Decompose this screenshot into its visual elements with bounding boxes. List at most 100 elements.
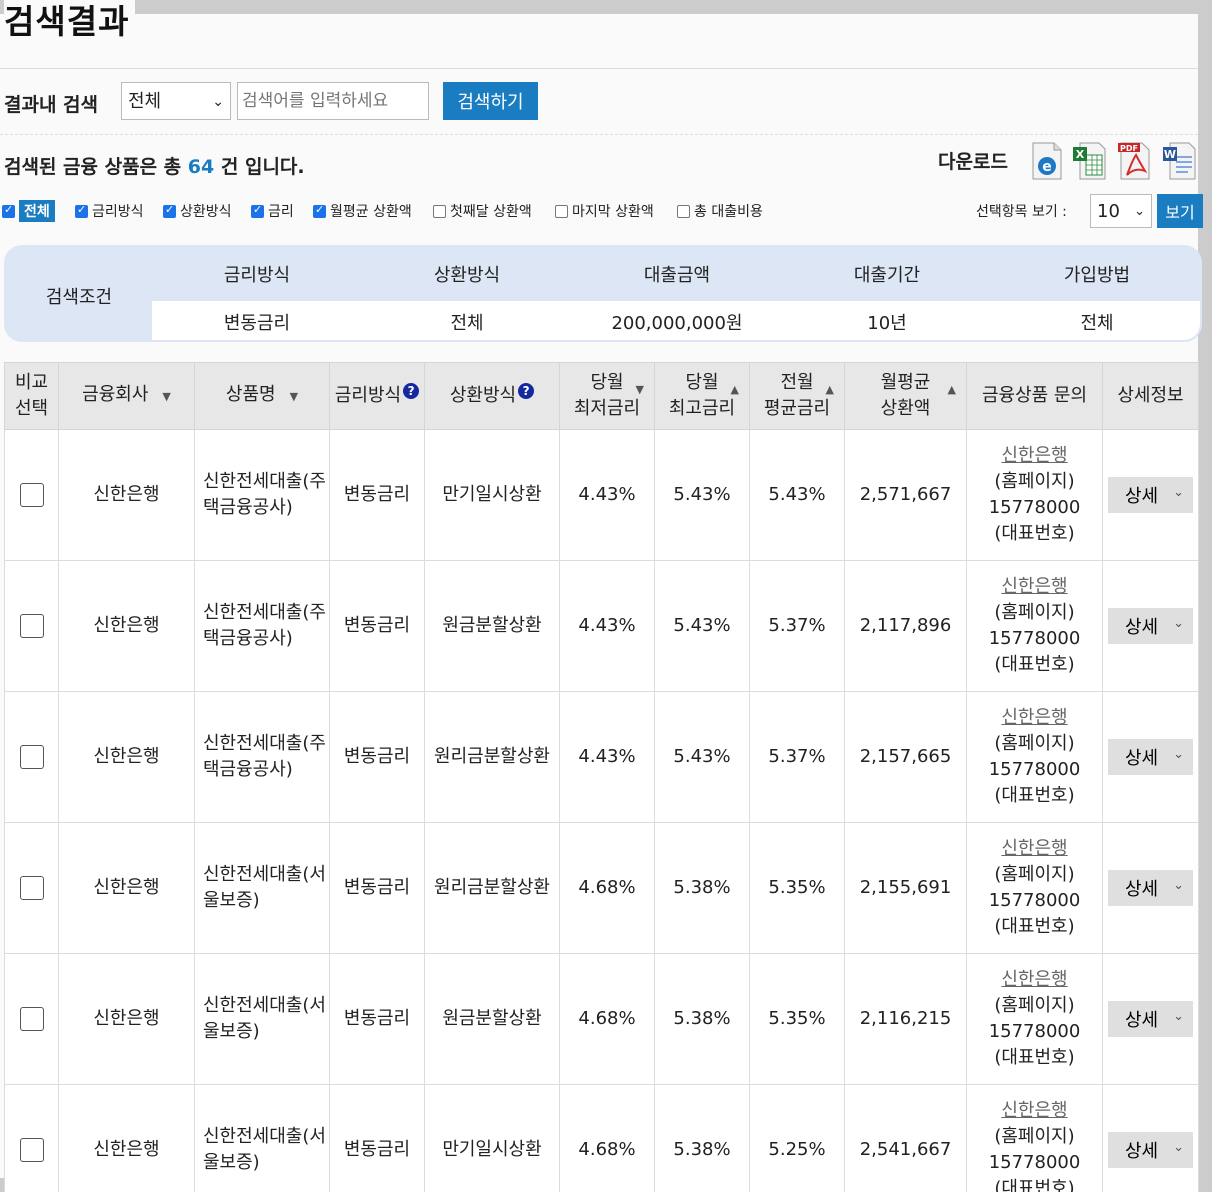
compare-checkbox[interactable] xyxy=(19,876,44,900)
inquiry-rep: (대표번호) xyxy=(994,916,1075,937)
ie-icon[interactable]: e xyxy=(1030,141,1064,181)
th-product-label: 상품명 xyxy=(225,384,276,405)
search-scope-select[interactable]: 전체 ⌄ xyxy=(121,82,231,120)
bank-link[interactable]: 신한은행 xyxy=(1001,969,1067,990)
min-rate-cell: 4.68% xyxy=(559,1084,655,1192)
search-input[interactable] xyxy=(237,82,429,120)
product-cell[interactable]: 신한전세대출(서 울보증) xyxy=(194,1084,330,1192)
inquiry-rep: (대표번호) xyxy=(994,1178,1075,1192)
th-min-rate[interactable]: 당월 최저금리 ▼ xyxy=(559,362,655,430)
table-row: 신한은행 신한전세대출(주 택금융공사) 변동금리 만기일시상환 4.43% 5.… xyxy=(4,429,1199,561)
compare-checkbox[interactable] xyxy=(19,483,44,507)
th-max-rate[interactable]: 당월 최고금리 ▲ xyxy=(654,362,750,430)
summary-suffix: 건 입니다. xyxy=(220,156,305,178)
checkbox[interactable] xyxy=(677,204,690,218)
avg-rate-cell: 5.37% xyxy=(749,691,845,823)
inquiry-cell: 신한은행 (홈페이지) 15778000 (대표번호) xyxy=(966,1084,1103,1192)
bank-link[interactable]: 신한은행 xyxy=(1001,445,1067,466)
sort-down-icon[interactable]: ▼ xyxy=(162,384,170,410)
detail-button[interactable]: 상세 ⌄ xyxy=(1108,477,1193,513)
sort-down-icon[interactable]: ▼ xyxy=(636,377,644,403)
product-cell[interactable]: 신한전세대출(주 택금융공사) xyxy=(194,691,330,823)
inquiry-rep: (대표번호) xyxy=(994,654,1075,675)
detail-button[interactable]: 상세 ⌄ xyxy=(1108,870,1193,906)
detail-button[interactable]: 상세 ⌄ xyxy=(1108,1132,1193,1168)
max-rate-cell: 5.38% xyxy=(654,822,750,954)
compare-checkbox[interactable] xyxy=(19,1007,44,1031)
conditions-title: 검색조건 xyxy=(45,287,113,308)
detail-button[interactable]: 상세 ⌄ xyxy=(1108,739,1193,775)
filter-rate-type[interactable]: 금리방식 xyxy=(75,200,144,222)
product-cell[interactable]: 신한전세대출(서 울보증) xyxy=(194,822,330,954)
th-company[interactable]: 금융회사 ▼ xyxy=(58,362,195,430)
detail-button[interactable]: 상세 ⌄ xyxy=(1108,608,1193,644)
th-product[interactable]: 상품명 ▼ xyxy=(194,362,330,430)
sort-down-icon[interactable]: ▼ xyxy=(290,384,298,410)
th-compare-line1: 비교 xyxy=(14,372,49,393)
result-summary: 검색된 금융 상품은 총 64 건 입니다. xyxy=(4,152,305,179)
checkbox[interactable] xyxy=(75,203,88,218)
th-monthly[interactable]: 월평균 상환액 ▲ xyxy=(844,362,967,430)
inquiry-cell: 신한은행 (홈페이지) 15778000 (대표번호) xyxy=(966,691,1103,823)
company-cell: 신한은행 xyxy=(58,560,195,692)
product-cell[interactable]: 신한전세대출(주 택금융공사) xyxy=(194,429,330,561)
company-cell: 신한은행 xyxy=(58,822,195,954)
filter-total-cost[interactable]: 총 대출비용 xyxy=(677,200,763,222)
view-button[interactable]: 보기 xyxy=(1157,194,1203,228)
min-rate-cell: 4.68% xyxy=(559,953,655,1085)
compare-checkbox[interactable] xyxy=(19,614,44,638)
compare-checkbox[interactable] xyxy=(19,1138,44,1162)
view-count-select[interactable]: 10 ⌄ xyxy=(1090,194,1152,228)
th-avg-rate[interactable]: 전월 평균금리 ▲ xyxy=(749,362,845,430)
checkbox[interactable] xyxy=(555,204,568,218)
checkbox[interactable] xyxy=(163,203,176,218)
min-rate-cell: 4.43% xyxy=(559,560,655,692)
search-within-label: 결과내 검색 xyxy=(4,94,99,116)
th-monthly-line2: 상환액 xyxy=(880,398,931,419)
help-icon[interactable]: ? xyxy=(518,383,535,399)
filter-repay-type[interactable]: 상환방식 xyxy=(163,200,232,222)
bank-link[interactable]: 신한은행 xyxy=(1001,1100,1067,1121)
product-cell[interactable]: 신한전세대출(주 택금융공사) xyxy=(194,560,330,692)
search-conditions: 검색조건 금리방식 상환방식 대출금액 대출기간 가입방법 변동금리 전체 20… xyxy=(4,245,1202,342)
bank-link[interactable]: 신한은행 xyxy=(1001,838,1067,859)
filter-rate[interactable]: 금리 xyxy=(251,200,294,222)
chevron-down-icon: ⌄ xyxy=(212,94,224,110)
page: 결과내 검색 전체 ⌄ 검색하기 검색된 금융 상품은 총 64 건 입니다. … xyxy=(0,0,1212,1192)
checkbox[interactable] xyxy=(2,203,15,218)
product-cell[interactable]: 신한전세대출(서 울보증) xyxy=(194,953,330,1085)
checkbox[interactable] xyxy=(313,203,326,218)
compare-checkbox[interactable] xyxy=(19,745,44,769)
detail-button[interactable]: 상세 ⌄ xyxy=(1108,1001,1193,1037)
th-avg-rate-line1: 전월 xyxy=(780,372,814,393)
compare-cell xyxy=(4,1084,59,1192)
product-name-line1: 신한전세대출(주 xyxy=(203,471,326,492)
inquiry-cell: 신한은행 (홈페이지) 15778000 (대표번호) xyxy=(966,953,1103,1085)
filter-monthly-repay[interactable]: 월평균 상환액 xyxy=(313,200,412,222)
help-icon[interactable]: ? xyxy=(403,383,420,399)
monthly-cell: 2,116,215 xyxy=(844,953,967,1085)
repay-type-cell: 만기일시상환 xyxy=(424,1084,560,1192)
filter-first-month[interactable]: 첫째달 상환액 xyxy=(433,200,532,222)
sort-up-icon[interactable]: ▲ xyxy=(826,377,834,403)
avg-rate-cell: 5.35% xyxy=(749,822,845,954)
filter-all[interactable]: 전체 xyxy=(2,200,55,222)
result-count: 64 xyxy=(187,156,215,178)
sort-up-icon[interactable]: ▲ xyxy=(731,377,739,403)
excel-icon[interactable]: X xyxy=(1072,141,1106,181)
bank-link[interactable]: 신한은행 xyxy=(1001,576,1067,597)
checkbox[interactable] xyxy=(433,204,446,218)
detail-label: 상세 xyxy=(1125,748,1159,769)
word-icon[interactable]: W xyxy=(1162,141,1196,181)
search-button[interactable]: 검색하기 xyxy=(443,82,538,120)
filter-last-month[interactable]: 마지막 상환액 xyxy=(555,200,654,222)
table-row: 신한은행 신한전세대출(주 택금융공사) 변동금리 원리금분할상환 4.43% 5… xyxy=(4,691,1199,823)
detail-cell: 상세 ⌄ xyxy=(1102,560,1199,692)
max-rate-cell: 5.38% xyxy=(654,953,750,1085)
rate-type-cell: 변동금리 xyxy=(329,822,425,954)
pdf-icon[interactable]: PDF xyxy=(1117,141,1151,181)
sort-up-icon[interactable]: ▲ xyxy=(948,377,956,403)
checkbox[interactable] xyxy=(251,203,264,218)
bank-link[interactable]: 신한은행 xyxy=(1001,707,1067,728)
inquiry-rep: (대표번호) xyxy=(994,523,1075,544)
